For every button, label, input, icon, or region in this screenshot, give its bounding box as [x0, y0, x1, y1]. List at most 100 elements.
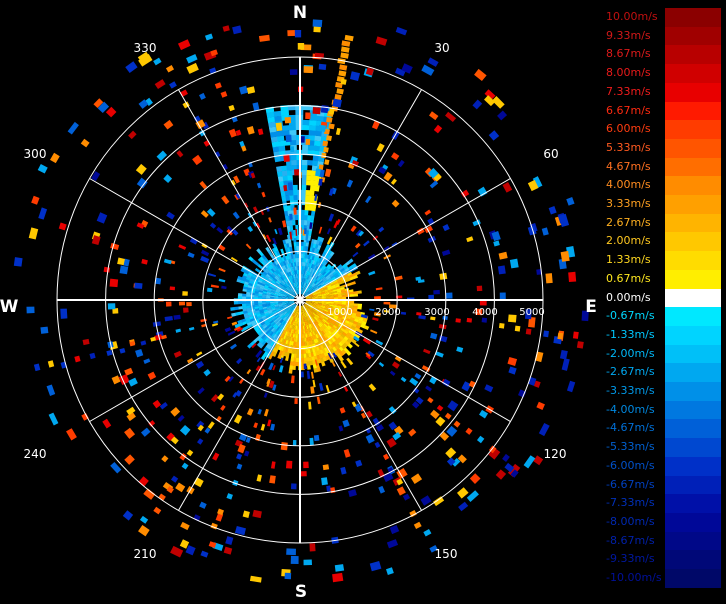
range-label-4000: 4000	[472, 307, 497, 318]
echo-cell	[238, 301, 242, 304]
legend-label: 9.33m/s	[606, 29, 651, 43]
echo-cell	[285, 135, 291, 143]
azimuth-label-150: 150	[435, 547, 458, 561]
echo-cell	[301, 358, 304, 362]
echo-cell	[289, 369, 293, 374]
azimuth-label-120: 120	[544, 447, 567, 461]
echo-cell	[338, 297, 342, 299]
echo-cell	[170, 286, 175, 290]
echo-cell	[120, 265, 129, 274]
echo-cell	[433, 290, 440, 295]
echo-cell	[289, 125, 296, 130]
echo-cell	[289, 190, 294, 196]
echo-cell	[508, 314, 517, 322]
echo-cell	[234, 301, 238, 304]
legend-label: -10.00m/s	[606, 571, 662, 585]
echo-cell	[307, 160, 313, 166]
echo-cell	[278, 146, 285, 152]
legend-label: -6.00m/s	[606, 459, 655, 473]
legend-label: 1.33m/s	[606, 253, 651, 267]
legend-swatch	[665, 64, 721, 83]
echo-cell	[304, 363, 307, 369]
legend-swatch	[665, 139, 721, 158]
echo-cell	[309, 438, 313, 446]
echo-cell	[302, 165, 308, 170]
legend-row: -2.67m/s	[606, 363, 722, 382]
echo-cell	[281, 110, 289, 116]
legend-row: 0.67m/s	[606, 270, 722, 289]
echo-cell	[301, 338, 303, 342]
echo-cell	[557, 333, 563, 340]
radar-plot[interactable]: N E S W 30 60 120 150 210 240 300 330 10…	[0, 0, 600, 600]
echo-cell	[306, 139, 311, 145]
echo-cell	[293, 190, 298, 195]
legend-row: 1.33m/s	[606, 251, 722, 270]
echo-cell	[515, 326, 521, 332]
echo-cell	[499, 323, 505, 329]
legend-swatch	[665, 83, 721, 102]
legend-label: 10.00m/s	[606, 10, 658, 24]
legend-row: -10.00m/s	[606, 569, 722, 588]
echo-cell	[307, 170, 313, 176]
echo-cell	[134, 283, 142, 289]
echo-cell	[297, 254, 299, 258]
legend-row: -4.67m/s	[606, 419, 722, 438]
legend-row: 9.33m/s	[606, 27, 722, 46]
echo-cell	[319, 64, 327, 70]
legend-row: 3.33m/s	[606, 195, 722, 214]
echo-cell	[26, 307, 34, 314]
legend-swatch	[665, 363, 721, 382]
legend-row: -9.33m/s	[606, 550, 722, 569]
echo-cell	[313, 19, 323, 27]
echo-cell	[108, 303, 116, 309]
echo-cell	[295, 215, 299, 220]
echo-cell	[301, 342, 303, 346]
echo-cell	[291, 160, 297, 165]
legend-label: 4.67m/s	[606, 160, 651, 174]
echo-cell	[573, 332, 579, 339]
echo-cell	[179, 302, 185, 306]
legend-row: -2.00m/s	[606, 345, 722, 364]
legend-swatch	[665, 476, 721, 495]
range-label-1000: 1000	[327, 307, 352, 318]
echo-cell	[323, 464, 329, 470]
echo-cell	[332, 99, 341, 108]
legend-swatch	[665, 27, 721, 46]
echo-cell	[301, 210, 305, 215]
legend-swatch	[665, 419, 721, 438]
echo-cell	[274, 111, 282, 117]
echo-cell	[561, 251, 570, 262]
echo-cell	[510, 259, 519, 269]
echo-cell	[304, 560, 312, 566]
radar-ppi-view[interactable]: N E S W 30 60 120 150 210 240 300 330 10…	[0, 0, 600, 600]
legend-label: -7.33m/s	[606, 496, 655, 510]
legend-swatch	[665, 307, 721, 326]
echo-cell	[543, 331, 549, 338]
legend-row: -4.00m/s	[606, 401, 722, 420]
echo-cell	[301, 371, 304, 377]
echo-cell	[294, 169, 299, 175]
echo-cell	[277, 136, 284, 142]
legend-row: -3.33m/s	[606, 382, 722, 401]
echo-cell	[289, 130, 296, 135]
legend-label: -0.67m/s	[606, 309, 655, 323]
echo-cell	[288, 182, 293, 190]
legend-swatch	[665, 494, 721, 513]
echo-cell	[300, 471, 306, 476]
azimuth-label-60: 60	[543, 147, 558, 161]
echo-cell	[297, 258, 299, 262]
legend-row: 7.33m/s	[606, 83, 722, 102]
legend-label: -6.67m/s	[606, 478, 655, 492]
legend-swatch	[665, 289, 721, 308]
echo-cell	[110, 279, 119, 287]
legend-label: 2.67m/s	[606, 216, 651, 230]
echo-cell	[293, 195, 298, 200]
range-label-3000: 3000	[424, 307, 449, 318]
echo-cell	[374, 296, 381, 299]
legend-swatch	[665, 513, 721, 532]
echo-cell	[278, 141, 285, 147]
echo-cell	[335, 564, 344, 572]
velocity-color-legend: 10.00m/s9.33m/s8.67m/s8.00m/s7.33m/s6.67…	[606, 8, 722, 590]
echo-cell	[104, 267, 111, 273]
echo-cell	[428, 295, 434, 300]
